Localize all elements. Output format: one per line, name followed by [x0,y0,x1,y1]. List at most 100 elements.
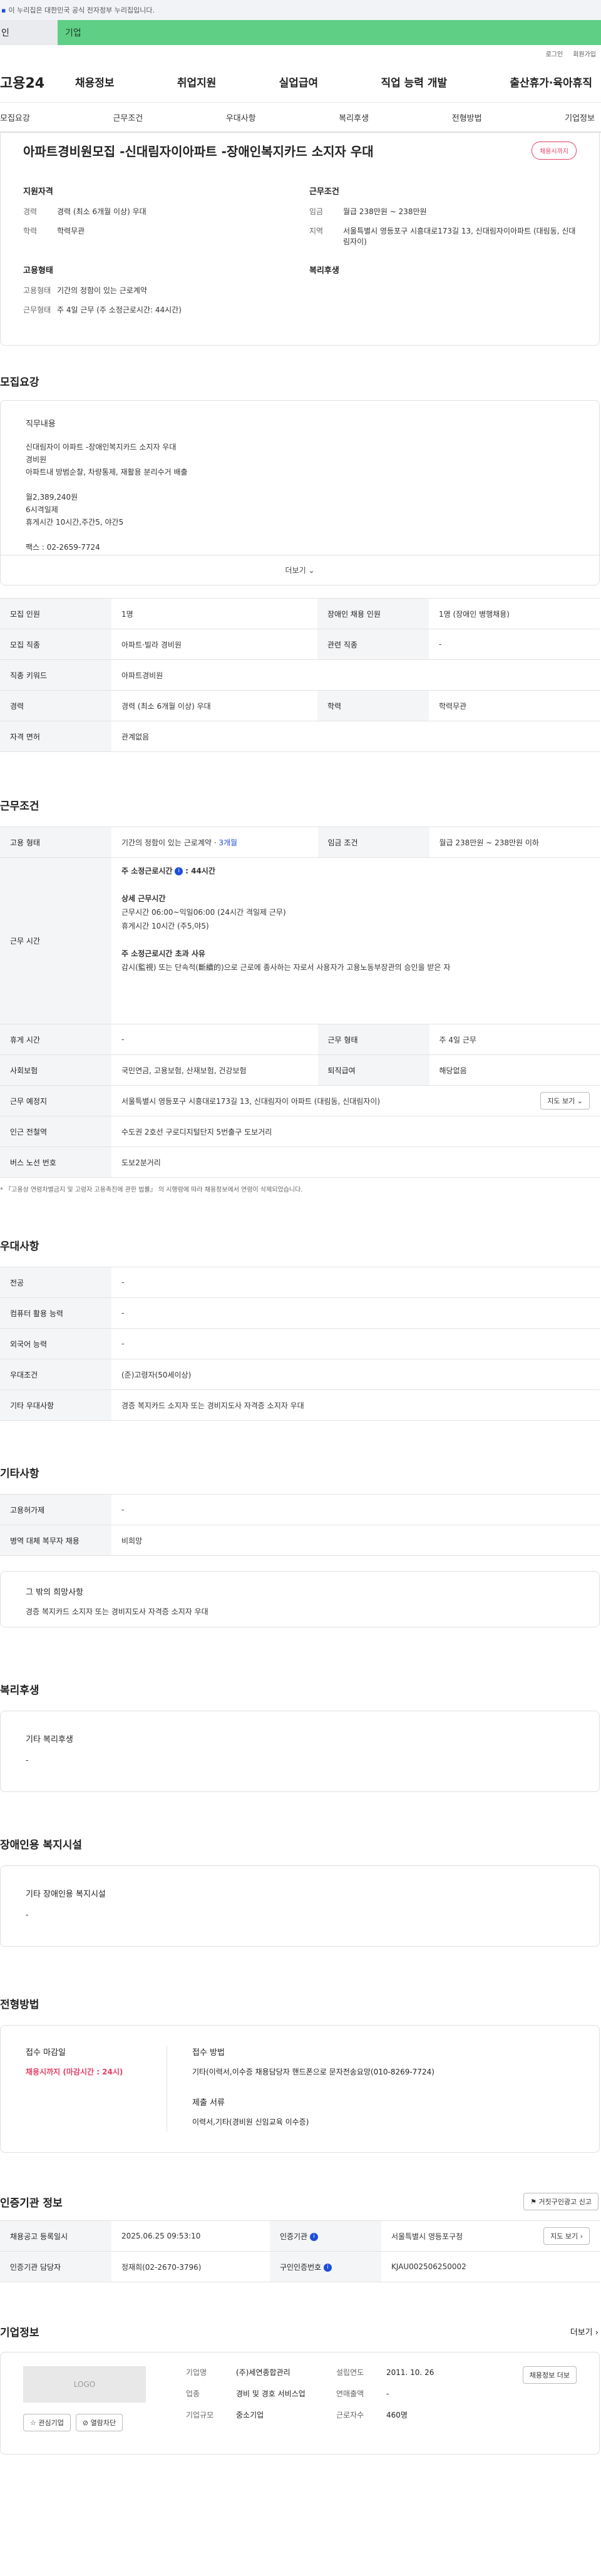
screening-card: 접수 마감일 채용시까지 (마감시간 : 24시) 접수 방법 기타(이력서,이… [0,2025,600,2153]
etc-heading: 기타사항 [0,1468,39,1480]
company-label: 설립연도 [336,2368,364,2377]
weekly-hours-label: 주 소정근로시간 [121,867,173,875]
table-row: 컴퓨터 활용 능력 - [0,1297,600,1329]
summary-conditions: 근무조건 임금 월급 238만원 ~ 238만원 지역 서울특별시 영등포구 시흥대… [309,185,577,256]
signup-link[interactable]: 회원가입 [573,49,596,58]
table-cell: 서울특별시 영등포구 시흥대로173길 13, 신대림자이 아파트 (대림동, … [111,1085,600,1116]
table-header: 근무 예정지 [0,1085,111,1116]
company-logo: LOGO [23,2366,146,2403]
screening-heading: 전형방법 [0,1999,39,2011]
chevron-down-icon: ⌄ [577,1097,583,1105]
company-info-right: 설립연도 2011. 10. 26 연매출액 - 근로자수 460명 [336,2366,461,2440]
tab-work-conditions[interactable]: 근무조건 [113,111,143,123]
table-header: 기타 우대사항 [0,1389,111,1421]
summary-value: 월급 238만원 ~ 238만원 [343,207,427,216]
other-wishes-text: 경증 복지카드 소지자 또는 경비지도사 자격증 소지자 우대 [26,1607,208,1616]
company-staff: 460명 [386,2411,408,2419]
table-cell: 서울특별시 영등포구청 지도 보기 › [381,2220,600,2252]
summary-conditions-heading: 근무조건 [309,187,339,197]
table-row: 인근 전철역 수도권 2호선 구로디지털단지 5번출구 도보거리 [0,1116,600,1147]
table-cell: 비희망 [111,1525,600,1556]
gnb-item-parental-leave[interactable]: 출산휴가·육아휴직 [510,74,592,90]
summary-label: 근무형태 [23,306,51,314]
summary-welfare-heading: 복리후생 [309,266,339,276]
table-row: 직종 키워드 아파트경비원 [0,659,600,691]
weekly-hours-value: : 44시간 [185,867,215,875]
gnb-item-jobs[interactable]: 채용정보 [75,74,115,90]
deadline-label: 접수 마감일 [26,2048,66,2058]
overtime-reason-label: 주 소정근로시간 초과 사유 [121,949,205,958]
table-cell: 아파트경비원 [111,659,600,691]
screening-deadline: 접수 마감일 채용시까지 (마감시간 : 24시) [26,2046,167,2132]
disability-label: 기타 장애인용 복지시설 [26,1890,106,1899]
table-header: 우대조건 [0,1359,111,1390]
login-link[interactable]: 로그인 [546,49,563,58]
tab-welfare[interactable]: 복리후생 [339,111,369,123]
cert-heading: 인증기관 정보 [0,2197,63,2210]
info-icon[interactable]: i [309,2232,318,2241]
table-cell: 경증 복지카드 소지자 또는 경비지도사 자격증 소지자 우대 [111,1389,600,1421]
table-cell: 기간의 정함이 있는 근로계약 · 3개월 [111,827,318,858]
employ-type-value: 기간의 정함이 있는 근로계약 · [121,838,219,847]
table-row: 고용허가제 - [0,1494,600,1525]
report-false-ad-button[interactable]: ⚑ 거짓구인광고 신고 [523,2193,598,2210]
company-more-link[interactable]: 더보기 › [570,2326,598,2337]
map-button[interactable]: 지도 보기 › [543,2227,590,2245]
flag-icon: ▪ [1,6,6,14]
company-header: 기업정보 더보기 › [0,2324,601,2339]
table-header: 버스 노선 번호 [0,1146,111,1178]
table-row: 버스 노선 번호 도보2분거리 [0,1146,600,1178]
gnb-item-unemployment-benefit[interactable]: 실업급여 [279,74,319,90]
gnb-item-employment-support[interactable]: 취업지원 [177,74,217,90]
table-cell: 월급 238만원 ~ 238만원 이하 [429,827,600,858]
cert-table: 채용공고 등록일시 2025.06.25 09:53:10 인증기관 i 서울특… [0,2220,600,2282]
block-view-button[interactable]: ⊘ 열람차단 [75,2414,123,2431]
gnb-item-vocational-training[interactable]: 직업 능력 개발 [381,74,447,90]
table-row: 휴게 시간 - 근무 형태 주 4일 근무 [0,1024,600,1055]
detail-hours-label: 상세 근무시간 [121,894,166,903]
tab-enterprise[interactable]: 기업 [58,20,601,45]
cert-number-label: 구인인증번호 [279,2262,322,2272]
more-button[interactable]: 더보기 ⌄ [1,555,599,585]
site-logo[interactable]: 고용24 [0,72,75,92]
table-header: 모집 인원 [0,598,111,629]
company-logo-area: LOGO ☆ 관심기업 ⊘ 열람차단 [23,2366,186,2440]
chevron-right-icon: › [595,2328,598,2337]
map-button[interactable]: 지도 보기 ⌄ [540,1092,590,1110]
preference-table: 전공 - 컴퓨터 활용 능력 - 외국어 능력 - 우대조건 (준)고령자(50세이상)… [0,1267,600,1421]
company-label: 근로자수 [336,2411,364,2419]
tab-personal[interactable]: 인 [0,20,58,45]
detail-hours-line: 휴게시간 10시간 (주5,야5) [121,922,209,930]
favorite-company-button[interactable]: ☆ 관심기업 [23,2414,71,2431]
table-header: 휴게 시간 [0,1024,111,1055]
table-header: 근무 시간 [0,857,111,1024]
company-jobs-button[interactable]: 채용정보 더보 [522,2366,577,2384]
table-cell: (준)고령자(50세이상) [111,1359,600,1390]
table-row: 모집 직종 아파트·빌라 경비원 관련 직종 - [0,629,600,660]
job-description-line: 아파트내 방범순찰, 차량통제, 재활용 분리수거 배출 [26,468,188,477]
company-label: 기업명 [186,2368,207,2377]
star-icon: ☆ [30,2419,36,2427]
info-icon[interactable]: i [324,2263,332,2272]
table-header: 퇴직급여 [317,1054,429,1086]
table-row: 외국어 능력 - [0,1328,600,1359]
info-icon[interactable]: i [175,867,183,875]
table-row: 인증기관 담당자 정재희(02-2670-3796) 구인인증번호 i KJAU… [0,2251,600,2282]
table-header: 장애인 채용 인원 [317,598,429,629]
tab-company[interactable]: 기업정보 [565,111,595,123]
tab-recruit[interactable]: 모집요강 [0,111,30,123]
deadline-value: 채용시까지 (마감시간 : 24시) [26,2068,123,2076]
table-header: 인증기관 담당자 [0,2251,111,2282]
tab-preferences[interactable]: 우대사항 [226,111,256,123]
gov-banner-text: 이 누리집은 대한민국 공식 전자정부 누리집입니다. [8,6,155,14]
table-cell: 수도권 2호선 구로디지털단지 5번출구 도보거리 [111,1116,600,1147]
summary-label: 고용형태 [23,286,51,295]
disability-heading: 장애인용 복지시설 [0,1839,83,1852]
summary-applicant: 지원자격 경력 경력 (최소 6개월 이상) 우대 학력 학력무관 [23,185,290,256]
company-size: 중소기업 [236,2411,264,2419]
table-cell: 주 4일 근무 [429,1024,600,1055]
block-label: 열람차단 [90,2419,116,2427]
tab-screening[interactable]: 전형방법 [452,111,482,123]
method-value: 기타(이력서,이수증 채용담당자 핸드폰으로 문자전송요망(010-8269-7… [192,2068,434,2076]
table-row: 근무 시간 주 소정근로시간 i : 44시간 상세 근무시간 근무시간 06:… [0,857,600,1024]
